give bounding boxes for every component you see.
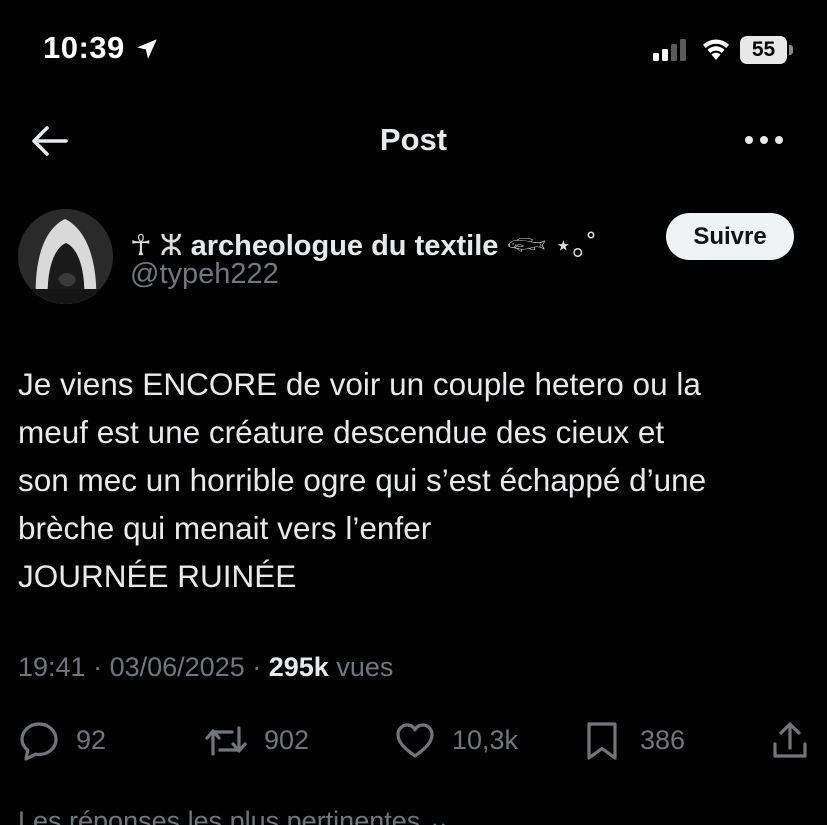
battery-indicator: 55 [740, 36, 793, 64]
post-header: Post [0, 100, 827, 184]
repost-icon [205, 726, 247, 756]
bookmark-button[interactable]: 386 [584, 718, 694, 764]
replies-sort-dropdown[interactable]: Les réponses les plus pertinentes ⌄ [18, 806, 450, 825]
repost-count: 902 [264, 725, 310, 755]
repost-button[interactable]: 902 [202, 718, 322, 764]
location-arrow-icon [137, 39, 157, 59]
page-title: Post [379, 122, 448, 157]
tweet-line: brèche qui menait vers l’enfer [18, 510, 432, 546]
more-options-icon[interactable] [742, 128, 786, 152]
status-bar: 10:39 55 [0, 0, 827, 100]
tweet-line: son mec un horrible ogre qui s’est échap… [18, 462, 707, 498]
replies-sort-label: Les réponses les plus pertinentes [18, 806, 421, 825]
name-suffix-glyphs: 𓆟 ⋆｡˚ [498, 230, 597, 262]
views-count[interactable]: 295k [269, 652, 329, 682]
share-icon [773, 722, 807, 758]
avatar-image [18, 209, 113, 304]
avatar[interactable] [18, 209, 113, 304]
follow-button[interactable]: Suivre [666, 213, 794, 260]
status-time: 10:39 [43, 30, 125, 65]
user-handle[interactable]: @typeh222 [130, 258, 279, 291]
battery-level: 55 [751, 38, 776, 61]
wifi-icon [703, 39, 729, 60]
chevron-down-icon: ⌄ [427, 806, 451, 825]
tweet-line: Je viens ENCORE de voir un couple hetero… [18, 366, 701, 402]
tweet-meta: 19:41 · 03/06/2025 · 295k vues [18, 652, 393, 683]
like-button[interactable]: 10,3k [394, 718, 529, 764]
battery-nub [789, 45, 793, 55]
reply-button[interactable]: 92 [18, 718, 118, 764]
tweet-line: meuf est une créature descendue des cieu… [18, 414, 665, 450]
reply-icon [20, 722, 58, 761]
heart-icon [396, 723, 434, 758]
share-button[interactable] [770, 718, 812, 764]
meta-separator: · [93, 652, 110, 682]
bookmark-count: 386 [640, 725, 686, 755]
tweet-date[interactable]: 03/06/2025 [110, 652, 245, 682]
views-label: vues [336, 652, 394, 682]
tweet-time[interactable]: 19:41 [18, 652, 86, 682]
reply-count: 92 [76, 725, 107, 755]
tweet-line: JOURNÉE RUINÉE [18, 558, 297, 594]
tweet-text: Je viens ENCORE de voir un couple hetero… [18, 360, 818, 600]
bookmark-icon [587, 722, 617, 760]
cellular-signal-icon [653, 39, 686, 61]
meta-separator: · [252, 652, 269, 682]
like-count: 10,3k [452, 725, 519, 755]
